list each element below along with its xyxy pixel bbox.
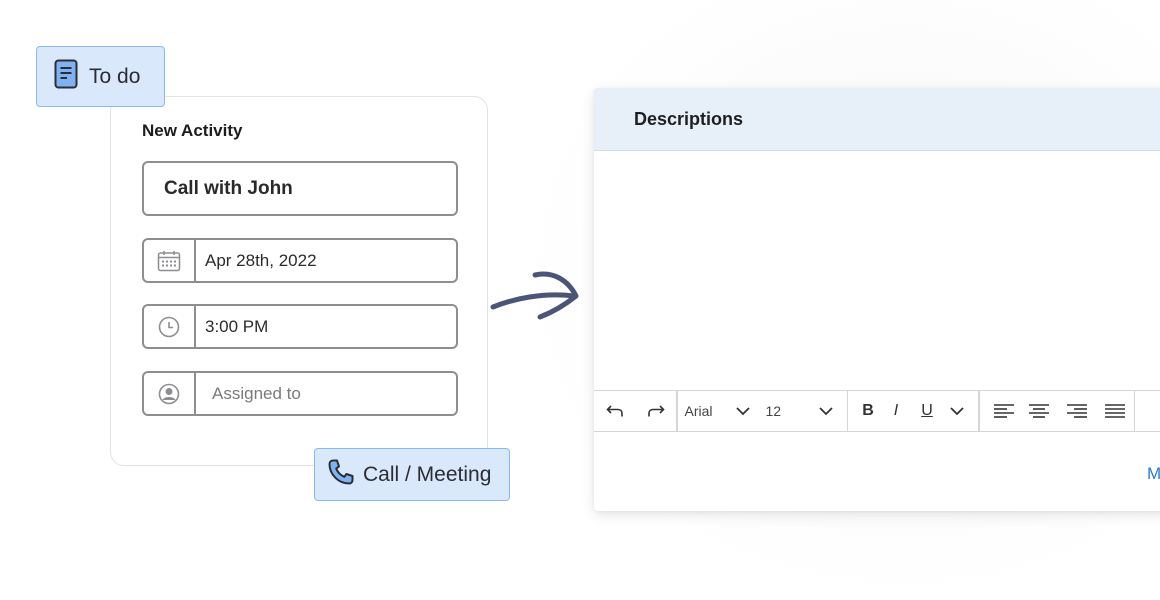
font-size-value: 12: [765, 403, 782, 419]
editor-header: Descriptions: [594, 88, 1160, 151]
italic-label: I: [893, 402, 899, 419]
bold-button[interactable]: B: [848, 391, 882, 431]
font-size-select[interactable]: 12: [761, 391, 847, 431]
call-meeting-label: Call / Meeting: [363, 462, 492, 486]
card-title: New Activity: [142, 121, 243, 140]
clock-icon: [144, 306, 196, 347]
underline-label: U: [921, 402, 933, 419]
date-value: Apr 28th, 2022: [205, 250, 317, 270]
align-justify-icon[interactable]: [1096, 391, 1134, 431]
editor-toolbar: Arial 12 B I U: [594, 390, 1160, 432]
calendar-icon: [144, 240, 196, 281]
underline-button[interactable]: U: [910, 391, 944, 431]
italic-button[interactable]: I: [882, 391, 910, 431]
time-field[interactable]: 3:00 PM: [142, 304, 458, 349]
chevron-down-icon[interactable]: [944, 391, 970, 431]
footer-link[interactable]: M: [1147, 464, 1160, 484]
font-family-value: Arial: [684, 403, 713, 419]
redo-icon[interactable]: [636, 391, 676, 431]
align-center-icon[interactable]: [1020, 391, 1058, 431]
call-meeting-tag[interactable]: Call / Meeting: [314, 448, 510, 501]
editor-title: Descriptions: [634, 108, 744, 129]
font-family-select[interactable]: Arial: [678, 391, 761, 431]
chevron-down-icon: [819, 406, 833, 416]
align-right-icon[interactable]: [1058, 391, 1096, 431]
arrow-right-icon: [490, 271, 579, 320]
new-activity-card: New Activity Call with John Apr 28th, 20…: [110, 96, 488, 466]
align-left-icon[interactable]: [980, 391, 1020, 431]
time-value: 3:00 PM: [205, 316, 269, 336]
editor-text-area[interactable]: [594, 151, 1160, 390]
todo-tag[interactable]: To do: [36, 46, 165, 107]
todo-label: To do: [89, 64, 141, 88]
toolbar-divider: [1133, 391, 1135, 431]
subject-value: Call with John: [164, 177, 293, 199]
subject-field[interactable]: Call with John: [142, 161, 458, 216]
bold-label: B: [862, 402, 874, 419]
chevron-down-icon: [735, 406, 750, 416]
phone-icon: [327, 458, 355, 492]
assigned-placeholder: Assigned to: [212, 383, 301, 403]
description-editor: Descriptions Arial 12 B I U M: [594, 88, 1160, 511]
undo-icon[interactable]: [594, 391, 636, 431]
assigned-field[interactable]: Assigned to: [142, 371, 458, 416]
user-icon: [144, 373, 196, 414]
date-field[interactable]: Apr 28th, 2022: [142, 238, 458, 283]
note-icon: [54, 59, 78, 95]
